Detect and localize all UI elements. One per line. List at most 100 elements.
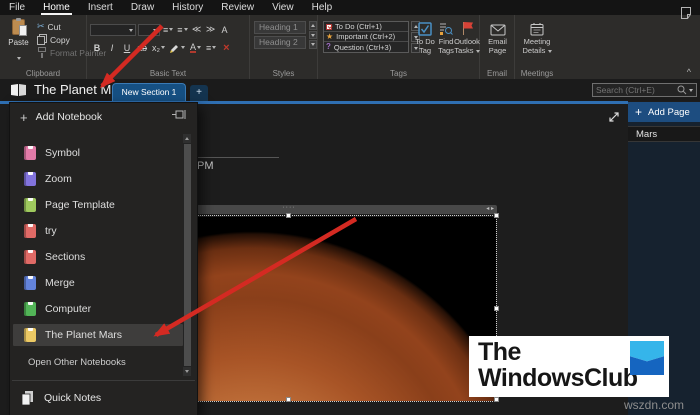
paste-button[interactable]: Paste — [5, 18, 32, 68]
styles-scroll-up[interactable] — [309, 21, 317, 30]
add-page-button[interactable]: + Add Page — [628, 102, 700, 122]
italic-button[interactable]: I — [106, 41, 118, 54]
resize-handle-mid-right[interactable] — [494, 306, 499, 311]
todo-tag-icon — [418, 22, 432, 36]
star-icon: ★ — [326, 31, 334, 41]
section-tab-new-section-1[interactable]: New Section 1 — [112, 83, 186, 101]
tag-question[interactable]: ? Question (Ctrl+3) — [324, 42, 408, 52]
decrease-indent-button[interactable]: ≪ — [191, 23, 203, 36]
basic-text-group-label: Basic Text — [149, 69, 187, 78]
find-tags-icon — [440, 23, 453, 35]
resize-handle-bottom-right[interactable] — [494, 397, 499, 402]
meeting-details-button[interactable]: Meeting Details — [521, 19, 553, 73]
bold-button[interactable]: B — [91, 41, 103, 54]
paste-dropdown-icon[interactable] — [16, 57, 21, 60]
add-section-tab[interactable]: + — [190, 85, 208, 101]
notebook-icon — [24, 250, 36, 264]
tab-history[interactable]: History — [163, 0, 212, 15]
notebooks-scrollbar[interactable] — [183, 134, 191, 376]
font-size-combo[interactable] — [138, 23, 160, 36]
notebook-item-merge[interactable]: Merge — [10, 270, 197, 296]
strikethrough-button[interactable]: ab — [136, 41, 148, 54]
windowsclub-watermark: The WindowsClub — [469, 336, 669, 397]
clear-formatting-icon: A — [221, 24, 228, 35]
resize-handle-top-center[interactable] — [286, 213, 291, 218]
paragraph-alignment-button[interactable]: ≡ — [205, 41, 217, 54]
page-title-underline — [197, 157, 279, 158]
todo-tag-button[interactable]: To Do Tag — [413, 19, 437, 73]
open-other-notebooks-link[interactable]: Open Other Notebooks — [28, 357, 126, 368]
search-scope-dropdown-icon[interactable] — [689, 88, 693, 92]
scissors-icon: ✂ — [37, 21, 45, 31]
tab-view[interactable]: View — [263, 0, 303, 15]
flag-icon — [462, 22, 473, 35]
notebook-item-symbol[interactable]: Symbol — [10, 140, 197, 166]
onenote-window: File Home Insert Draw History Review Vie… — [0, 0, 700, 415]
search-box[interactable] — [592, 83, 697, 97]
indent-icon: ≫ — [205, 24, 216, 34]
scroll-down-icon[interactable] — [183, 367, 191, 376]
highlighter-icon — [170, 44, 179, 53]
pin-panel-icon[interactable] — [172, 109, 187, 120]
cut-button[interactable]: ✂ Cut — [37, 21, 61, 32]
email-group-label: Email — [486, 69, 507, 78]
underline-button[interactable]: U — [121, 41, 133, 54]
notebook-item-page-template[interactable]: Page Template — [10, 192, 197, 218]
calendar-icon — [530, 23, 543, 36]
group-styles: Heading 1 Heading 2 Styles — [250, 15, 318, 79]
notebook-item-the-planet-mars[interactable]: The Planet Mars — [10, 322, 197, 348]
subscript-button[interactable]: x₂ — [151, 41, 166, 54]
tab-help[interactable]: Help — [303, 0, 342, 15]
tab-file[interactable]: File — [0, 0, 34, 15]
page-item-mars[interactable]: Mars — [628, 126, 700, 142]
styles-scroll-down[interactable] — [309, 30, 317, 40]
bullets-button[interactable]: ≡ — [162, 23, 174, 36]
tag-important[interactable]: ★ Important (Ctrl+2) — [324, 32, 408, 42]
paragraph-icon: ≡ — [206, 42, 212, 53]
resize-handle-bottom-center[interactable] — [286, 397, 291, 402]
tab-review[interactable]: Review — [212, 0, 263, 15]
outdent-icon: ≪ — [191, 24, 202, 34]
clipboard-group-label: Clipboard — [25, 69, 61, 78]
add-notebook-button[interactable]: + Add Notebook — [10, 107, 197, 127]
email-page-button[interactable]: Email Page — [484, 19, 511, 73]
copy-icon — [37, 34, 47, 45]
font-color-button[interactable]: A — [189, 41, 202, 54]
delete-button[interactable]: × — [220, 41, 232, 54]
tab-draw[interactable]: Draw — [122, 0, 163, 15]
font-name-combo[interactable] — [90, 23, 136, 36]
copy-button[interactable]: Copy — [37, 34, 70, 45]
clear-formatting-button[interactable]: A — [219, 23, 231, 36]
notebook-item-try[interactable]: try — [10, 218, 197, 244]
plus-icon: + — [635, 105, 643, 119]
expand-page-icon[interactable] — [607, 110, 621, 124]
numbering-icon: ≡ — [177, 24, 183, 35]
notebook-item-computer[interactable]: Computer — [10, 296, 197, 322]
outlook-tasks-button[interactable]: Outlook Tasks — [454, 19, 480, 73]
quick-notes-icon — [21, 391, 33, 406]
sticky-note-icon[interactable] — [680, 6, 692, 20]
tab-insert[interactable]: Insert — [79, 0, 122, 15]
increase-indent-button[interactable]: ≫ — [205, 23, 217, 36]
notebook-item-sections[interactable]: Sections — [10, 244, 197, 270]
tab-home[interactable]: Home — [34, 0, 79, 15]
scroll-up-icon[interactable] — [183, 134, 191, 143]
highlight-button[interactable] — [169, 41, 186, 54]
notebooks-list: Symbol Zoom Page Template try Sections M… — [10, 140, 197, 348]
style-heading2[interactable]: Heading 2 — [254, 36, 306, 49]
group-clipboard: Paste ✂ Cut Copy Format Painter Clipboar… — [0, 15, 106, 79]
page-timestamp: PM — [197, 160, 214, 172]
quick-notes-button[interactable]: Quick Notes — [10, 385, 197, 411]
tag-todo[interactable]: To Do (Ctrl+1) — [324, 22, 408, 32]
styles-more[interactable] — [309, 40, 317, 50]
notebook-item-zoom[interactable]: Zoom — [10, 166, 197, 192]
group-meetings: Meeting Details Meetings ^ — [515, 15, 691, 79]
resize-handle-top-right[interactable] — [494, 213, 499, 218]
scroll-thumb[interactable] — [183, 144, 191, 366]
search-input[interactable] — [593, 85, 677, 95]
media-prev-next-icons[interactable]: ◂ ▸ — [486, 205, 494, 214]
style-heading1[interactable]: Heading 1 — [254, 21, 306, 34]
windowsclub-logo-icon — [630, 341, 664, 375]
numbering-button[interactable]: ≡ — [176, 23, 188, 36]
collapse-ribbon-button[interactable]: ^ — [687, 68, 691, 77]
